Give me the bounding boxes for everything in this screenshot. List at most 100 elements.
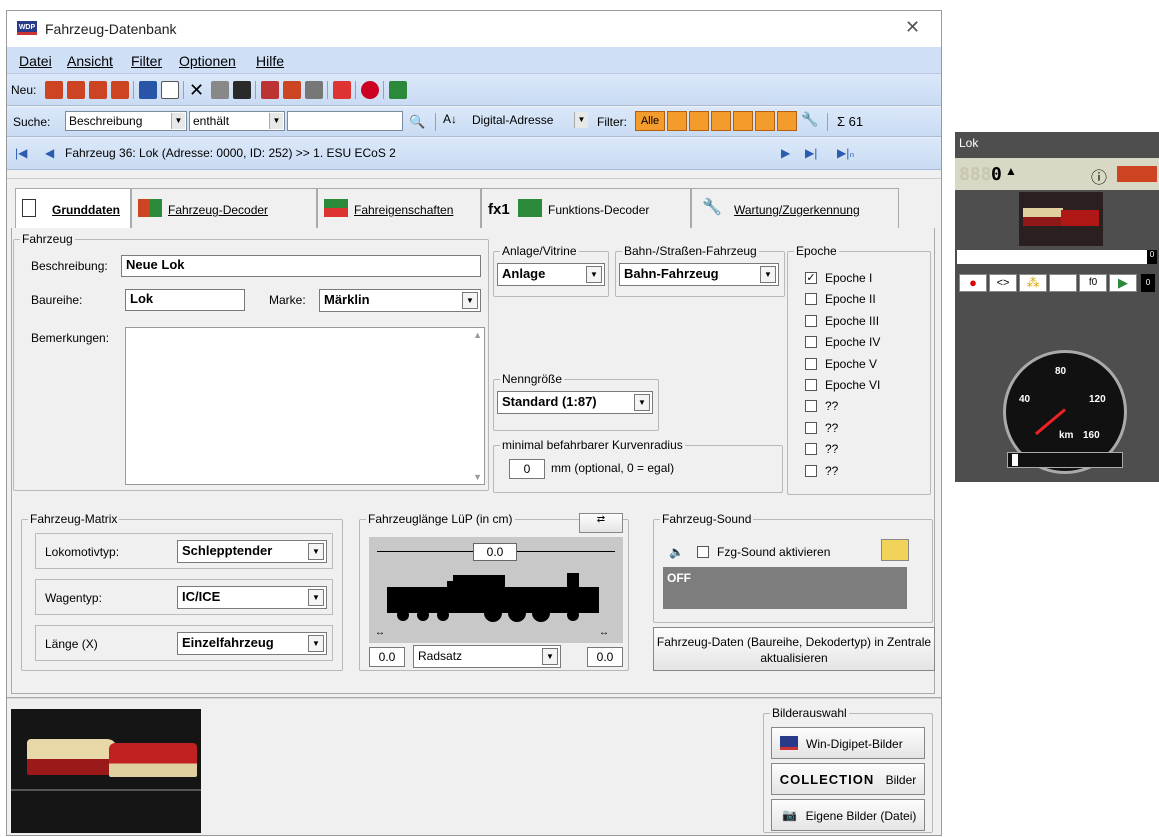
- stop-icon[interactable]: ●: [959, 274, 987, 292]
- own-images-button[interactable]: 📷 Eigene Bilder (Datei): [771, 799, 925, 831]
- lok-type-select[interactable]: Schlepptender ▼: [177, 540, 327, 563]
- print-icon[interactable]: [211, 81, 229, 99]
- epoche-checkbox[interactable]: Epoche IV: [805, 335, 880, 349]
- epoche-checkbox[interactable]: ??: [805, 399, 838, 413]
- lup-total-input[interactable]: 0.0: [473, 543, 517, 561]
- tab-wartung[interactable]: 🔧 Wartung/Zugerkennung: [691, 188, 899, 228]
- bahn-select[interactable]: Bahn-Fahrzeug ▼: [619, 263, 779, 286]
- search-field-select[interactable]: Beschreibung ▼: [65, 111, 187, 131]
- magnet-icon[interactable]: [333, 81, 351, 99]
- search-input[interactable]: [287, 111, 403, 131]
- function-icon[interactable]: [1049, 274, 1077, 292]
- laenge-select[interactable]: Einzelfahrzeug ▼: [177, 632, 327, 655]
- address-digits: 888: [959, 164, 992, 185]
- save-icon[interactable]: [139, 81, 157, 99]
- scroll-down-icon[interactable]: ▼: [473, 472, 482, 482]
- delete-icon[interactable]: ✕: [189, 81, 207, 99]
- info-icon[interactable]: ⓘ: [1091, 164, 1107, 188]
- filter-car-icon[interactable]: [711, 111, 731, 131]
- decoder-icon: [138, 199, 162, 217]
- epoche-checkbox[interactable]: Epoche V: [805, 357, 877, 371]
- new-record-icon[interactable]: ▶|ₙ: [837, 146, 854, 160]
- loco-measure-icon[interactable]: ⇄: [579, 513, 623, 533]
- wrench-icon[interactable]: 🔧: [801, 111, 818, 128]
- tool-c-icon[interactable]: [305, 81, 323, 99]
- menu-ansicht[interactable]: Ansicht: [67, 53, 113, 69]
- sort-field-select[interactable]: Digital-Adresse ▼: [469, 111, 589, 131]
- new-loco-icon[interactable]: [45, 81, 63, 99]
- search-toolbar: Suche: Beschreibung ▼ enthält ▼ 🔍 A↓ Digit…: [7, 107, 941, 137]
- search-operator-select[interactable]: enthält ▼: [189, 111, 285, 131]
- win-digipet-images-button[interactable]: Win-Digipet-Bilder: [771, 727, 925, 759]
- update-central-button[interactable]: Fahrzeug-Daten (Baureihe, Dekodertyp) in…: [653, 627, 935, 671]
- loco-icon[interactable]: [1117, 166, 1157, 182]
- table-icon[interactable]: [233, 81, 251, 99]
- lok-type-label: Lokomotivtyp:: [45, 545, 120, 559]
- epoche-checkbox[interactable]: ??: [805, 442, 838, 456]
- collection-images-button[interactable]: COLLECTION Bilder: [771, 763, 925, 795]
- folder-icon[interactable]: [881, 539, 909, 561]
- filter-trailer-icon[interactable]: [733, 111, 753, 131]
- menu-hilfe[interactable]: Hilfe: [256, 53, 284, 69]
- tab-funktions-decoder[interactable]: fx1 Funktions-Decoder: [481, 188, 691, 228]
- bahn-group-label: Bahn-/Straßen-Fahrzeug: [622, 244, 759, 258]
- sort-az-icon[interactable]: A↓: [443, 112, 457, 126]
- filter-all-button[interactable]: Alle: [635, 111, 665, 131]
- close-icon[interactable]: ✕: [905, 17, 920, 38]
- epoche-checkbox[interactable]: ✓ Epoche I: [805, 271, 872, 285]
- f0-button[interactable]: f0: [1079, 274, 1107, 292]
- scroll-up-icon[interactable]: ▲: [473, 330, 482, 340]
- matrix-group-label: Fahrzeug-Matrix: [28, 512, 120, 526]
- speed-slider[interactable]: [1007, 452, 1123, 468]
- prev-record-icon[interactable]: ◀: [45, 146, 54, 160]
- lup-left-input[interactable]: 0.0: [369, 647, 405, 667]
- filter-wagon-icon[interactable]: [689, 111, 709, 131]
- next-record-icon[interactable]: ▶: [781, 146, 790, 160]
- tool-a-icon[interactable]: [261, 81, 279, 99]
- sound-checkbox[interactable]: Fzg-Sound aktivieren: [697, 545, 830, 559]
- epoche-checkbox[interactable]: Epoche II: [805, 292, 876, 306]
- book-icon[interactable]: [361, 81, 379, 99]
- exit-icon[interactable]: [389, 81, 407, 99]
- menu-datei[interactable]: Datei: [19, 53, 52, 69]
- filter-loco-icon[interactable]: [667, 111, 687, 131]
- marke-select[interactable]: Märklin ▼: [319, 289, 481, 312]
- tab-fahrzeug-decoder[interactable]: Fahrzeug-Decoder: [131, 188, 317, 228]
- epoche-checkbox[interactable]: Epoche III: [805, 314, 879, 328]
- baureihe-input[interactable]: Lok: [125, 289, 245, 311]
- tool-b-icon[interactable]: [283, 81, 301, 99]
- beschreibung-input[interactable]: Neue Lok: [121, 255, 481, 277]
- epoche-checkbox[interactable]: Epoche VI: [805, 378, 880, 392]
- bemerkungen-textarea[interactable]: ▲ ▼: [125, 327, 485, 485]
- anlage-select[interactable]: Anlage ▼: [497, 263, 605, 286]
- steam-loco-silhouette: [387, 573, 599, 622]
- first-record-icon[interactable]: |◀: [15, 146, 27, 160]
- filter-decoder-icon[interactable]: [777, 111, 797, 131]
- new-wagon-icon[interactable]: [67, 81, 85, 99]
- new-trailer-icon[interactable]: [111, 81, 129, 99]
- last-record-icon[interactable]: ▶|: [805, 146, 817, 160]
- epoche-checkbox[interactable]: ??: [805, 421, 838, 435]
- binoculars-icon[interactable]: 🔍: [409, 114, 425, 130]
- wagen-type-select[interactable]: IC/ICE ▼: [177, 586, 327, 609]
- filter-list-icon[interactable]: [755, 111, 775, 131]
- speed-bar[interactable]: 0: [957, 250, 1157, 264]
- tab-fahreigenschaften[interactable]: Fahreigenschaften: [317, 188, 481, 228]
- radius-input[interactable]: 0: [509, 459, 545, 479]
- radsatz-select[interactable]: Radsatz ▼: [413, 645, 561, 668]
- epoche-group-label: Epoche: [794, 244, 839, 258]
- tab-grunddaten[interactable]: Grunddaten: [15, 188, 131, 228]
- epoche-checkbox[interactable]: ??: [805, 464, 838, 478]
- copy-icon[interactable]: [161, 81, 179, 99]
- sound-checkbox-label: Fzg-Sound aktivieren: [717, 545, 831, 559]
- play-icon[interactable]: ▶: [1109, 274, 1137, 292]
- lights-icon[interactable]: ⁂: [1019, 274, 1047, 292]
- new-car-icon[interactable]: [89, 81, 107, 99]
- direction-icon[interactable]: <>: [989, 274, 1017, 292]
- direction-up-icon[interactable]: ▲: [1005, 164, 1017, 178]
- menu-optionen[interactable]: Optionen: [179, 53, 236, 69]
- bilder-group-label: Bilderauswahl: [770, 706, 849, 720]
- nenngroesse-select[interactable]: Standard (1:87) ▼: [497, 391, 653, 414]
- lup-right-input[interactable]: 0.0: [587, 647, 623, 667]
- menu-filter[interactable]: Filter: [131, 53, 162, 69]
